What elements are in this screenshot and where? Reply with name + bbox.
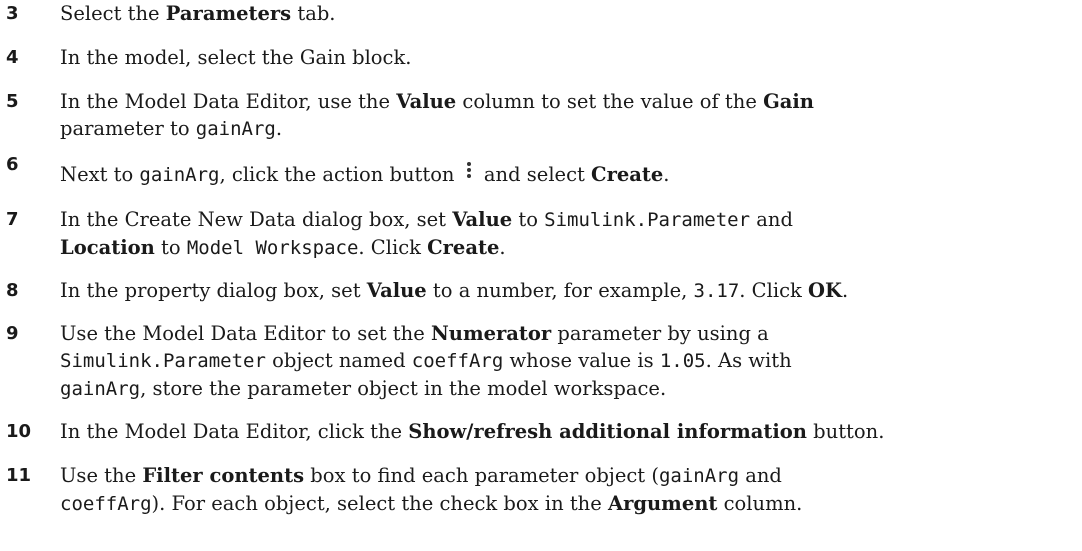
ui-term: Numerator: [430, 322, 552, 345]
step-text: . As with: [705, 349, 792, 372]
step-text: Next to: [60, 163, 140, 186]
step-text: column to set the value of the: [456, 90, 764, 113]
code-term: gainArg: [60, 378, 141, 400]
step-text: and: [750, 208, 793, 231]
step-number: 4: [6, 47, 19, 68]
step-11: 11 Use the Filter contents box to find e…: [0, 462, 1050, 518]
step-8: 8 In the property dialog box, set Value …: [0, 277, 1050, 305]
step-text: , click the action button: [219, 163, 461, 186]
ui-term: Argument: [607, 492, 718, 515]
ui-term: Gain: [763, 90, 814, 113]
step-text: parameter to: [60, 117, 196, 140]
vertical-ellipsis-icon: [466, 162, 471, 178]
step-text: ). For each object, select the check box…: [151, 492, 608, 515]
step-text: . Click: [358, 236, 428, 259]
step-text: button.: [806, 420, 885, 443]
step-text: and select: [477, 163, 592, 186]
step-text: In the Model Data Editor, use the: [60, 90, 397, 113]
step-number: 8: [6, 280, 19, 301]
ui-term: Create: [427, 236, 500, 259]
ui-term: Location: [60, 236, 155, 259]
step-text: to: [154, 236, 187, 259]
step-text: parameter by using a: [551, 322, 769, 345]
step-text: In the Model Data Editor, click the: [60, 420, 409, 443]
step-number: 6: [6, 154, 19, 175]
step-number: 10: [6, 421, 32, 442]
ui-term: Parameters: [165, 2, 292, 25]
step-text: tab.: [291, 2, 336, 25]
step-3: 3 Select the Parameters tab.: [0, 0, 1050, 27]
code-term: Simulink.Parameter: [60, 350, 266, 372]
step-text: and: [739, 464, 782, 487]
ui-term: Filter contents: [142, 464, 305, 487]
step-text: box to find each parameter object (: [304, 464, 659, 487]
step-number: 5: [6, 91, 19, 112]
code-term: coeffArg: [60, 493, 152, 515]
code-term: gainArg: [658, 465, 740, 487]
step-9: 9 Use the Model Data Editor to set the N…: [0, 320, 1050, 403]
step-6: 6 Next to gainArg, click the action butt…: [0, 154, 1050, 189]
step-text: Select the: [60, 2, 166, 25]
code-term: Model Workspace: [186, 237, 359, 259]
step-text: .: [663, 163, 670, 186]
step-text: Use the: [60, 464, 143, 487]
step-10: 10 In the Model Data Editor, click the S…: [0, 418, 1050, 445]
ui-term: Value: [452, 208, 513, 231]
step-4: 4 In the model, select the Gain block.: [0, 44, 1050, 71]
step-text: .: [499, 236, 506, 259]
step-text: , store the parameter object in the mode…: [140, 377, 667, 400]
step-number: 7: [6, 209, 19, 230]
code-term: 1.05: [659, 350, 706, 372]
ui-term: OK: [808, 279, 842, 302]
step-text: . Click: [739, 279, 809, 302]
step-text: In the model, select the Gain block.: [60, 46, 412, 69]
step-text: In the property dialog box, set: [60, 279, 367, 302]
code-term: 3.17: [693, 280, 740, 302]
step-number: 9: [6, 323, 19, 344]
ui-term: Create: [591, 163, 664, 186]
step-text: whose value is: [503, 349, 660, 372]
step-7: 7 In the Create New Data dialog box, set…: [0, 206, 1050, 262]
code-term: coeffArg: [411, 350, 504, 372]
step-text: column.: [717, 492, 803, 515]
code-term: gainArg: [139, 164, 220, 186]
step-5: 5 In the Model Data Editor, use the Valu…: [0, 88, 1050, 143]
code-term: gainArg: [195, 118, 276, 140]
code-term: Simulink.Parameter: [544, 209, 751, 231]
step-text: to a number, for example,: [426, 279, 694, 302]
step-text: .: [841, 279, 849, 302]
step-text: In the Create New Data dialog box, set: [60, 208, 453, 231]
ui-term: Value: [396, 90, 457, 113]
step-text: to: [512, 208, 545, 231]
step-number: 11: [6, 465, 32, 486]
ui-term: Show/refresh additional information: [408, 420, 807, 443]
step-text: Use the Model Data Editor to set the: [60, 322, 431, 345]
step-number: 3: [6, 3, 19, 24]
step-text: object named: [265, 349, 412, 372]
step-text: .: [275, 117, 283, 140]
ui-term: Value: [366, 279, 427, 302]
